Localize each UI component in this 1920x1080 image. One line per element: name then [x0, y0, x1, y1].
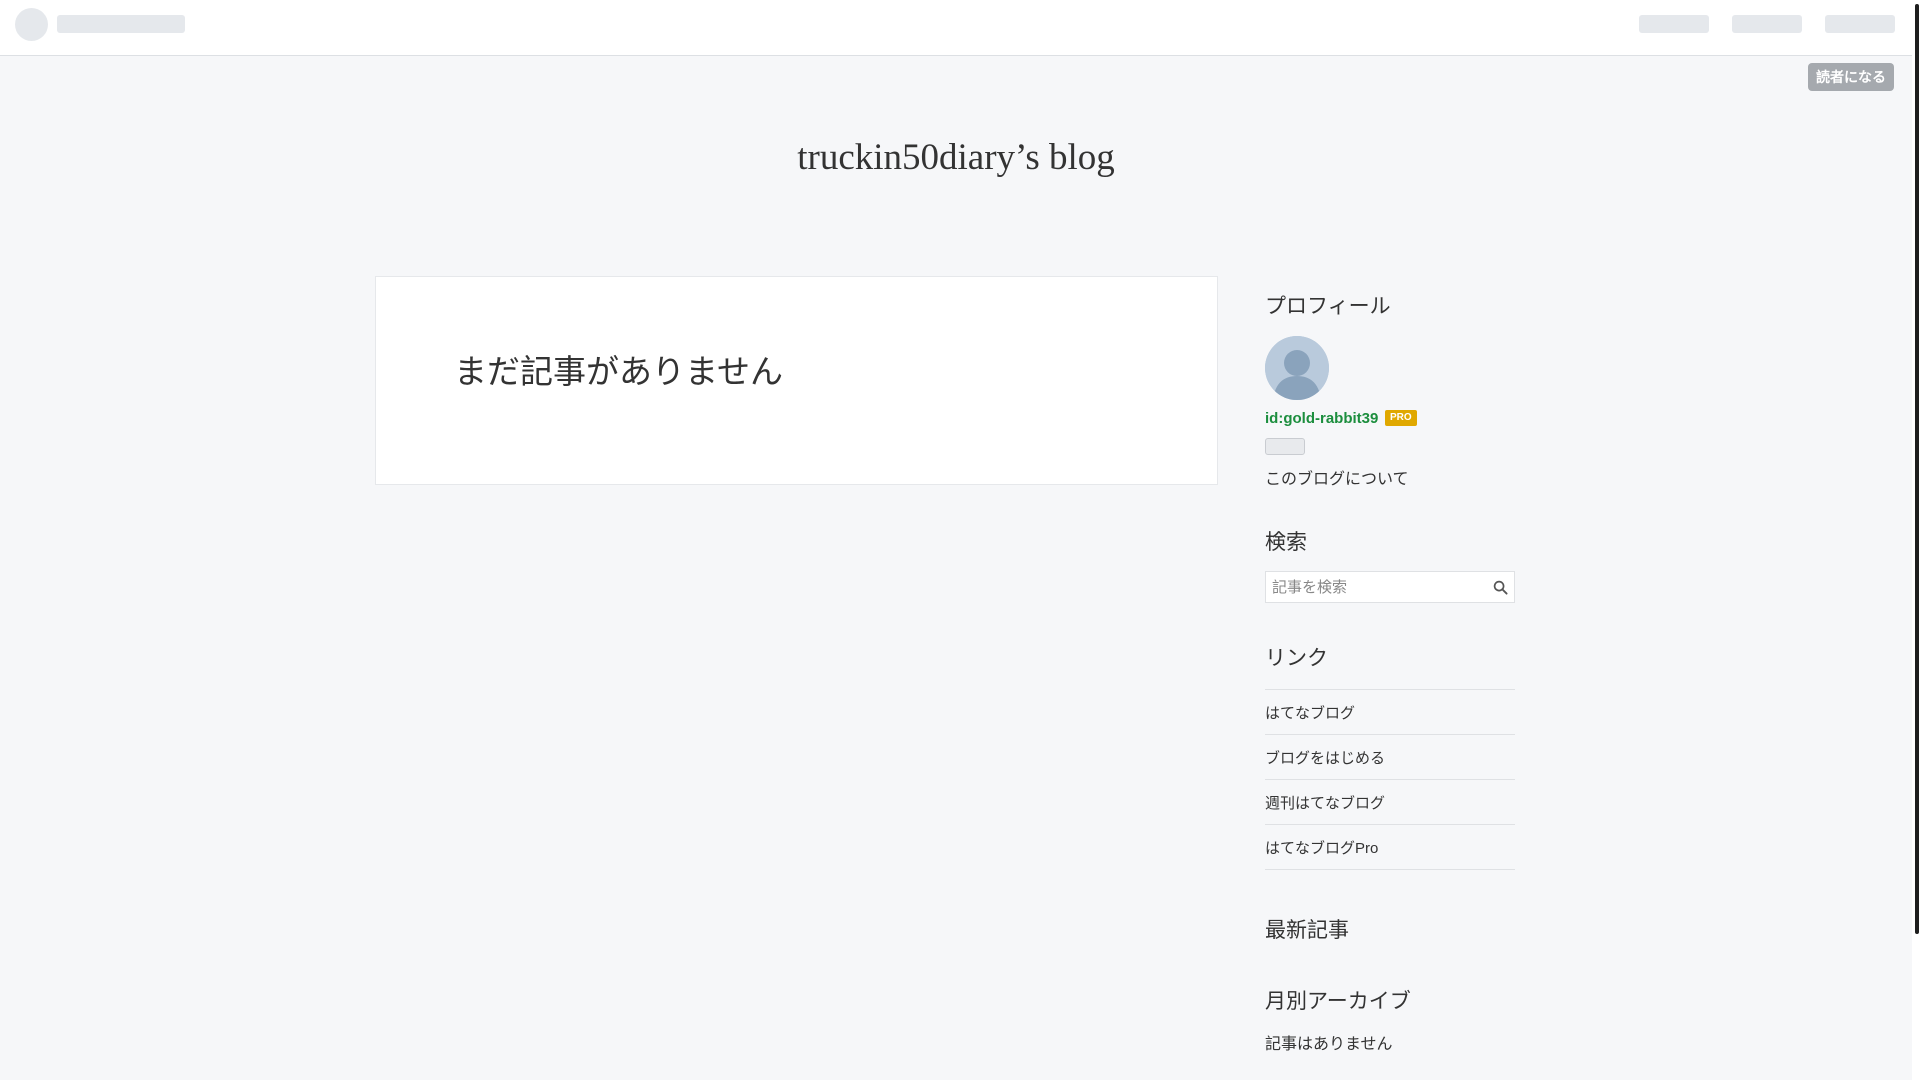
header-menu-placeholder-1: [1639, 15, 1709, 33]
profile-user-id-link[interactable]: id:gold-rabbit39: [1265, 410, 1378, 427]
user-silhouette-icon: [1265, 336, 1329, 400]
main-content: まだ記事がありません: [375, 276, 1218, 485]
follow-button-placeholder[interactable]: [1265, 438, 1305, 455]
subscribe-button[interactable]: 読者になる: [1808, 63, 1894, 91]
link-weekly-hatena-blog[interactable]: 週刊はてなブログ: [1265, 792, 1385, 813]
search-title: 検索: [1265, 531, 1307, 554]
list-item: はてなブログ: [1265, 690, 1515, 735]
header-menu-placeholder-3: [1825, 15, 1895, 33]
global-header: [0, 0, 1912, 56]
search-button[interactable]: [1490, 577, 1510, 597]
link-start-blog[interactable]: ブログをはじめる: [1265, 747, 1385, 768]
avatar[interactable]: [1265, 336, 1329, 400]
header-logo-placeholder: [15, 8, 48, 41]
archive-empty-message: 記事はありません: [1265, 1036, 1393, 1053]
empty-entries-message: まだ記事がありません: [454, 353, 784, 390]
profile-title: プロフィール: [1265, 295, 1391, 318]
scrollbar[interactable]: [1912, 0, 1920, 1080]
header-title-placeholder: [57, 15, 185, 33]
search-icon: [1493, 580, 1508, 595]
recent-entries-title: 最新記事: [1265, 919, 1349, 942]
list-item: ブログをはじめる: [1265, 735, 1515, 780]
link-hatena-blog-pro[interactable]: はてなブログPro: [1265, 837, 1378, 858]
about-blog-link[interactable]: このブログについて: [1265, 465, 1409, 489]
pro-badge: PRO: [1385, 410, 1417, 426]
search-box: [1265, 571, 1515, 603]
search-input[interactable]: [1266, 572, 1481, 602]
link-hatena-blog[interactable]: はてなブログ: [1265, 702, 1355, 723]
header-menu-placeholder-2: [1732, 15, 1802, 33]
scrollbar-thumb[interactable]: [1915, 4, 1919, 934]
list-item: 週刊はてなブログ: [1265, 780, 1515, 825]
blog-title[interactable]: truckin50diary’s blog: [0, 136, 1912, 179]
links-list: はてなブログ ブログをはじめる 週刊はてなブログ はてなブログPro: [1265, 689, 1515, 870]
links-title: リンク: [1265, 647, 1328, 670]
archive-title: 月別アーカイブ: [1265, 990, 1411, 1013]
list-item: はてなブログPro: [1265, 825, 1515, 870]
